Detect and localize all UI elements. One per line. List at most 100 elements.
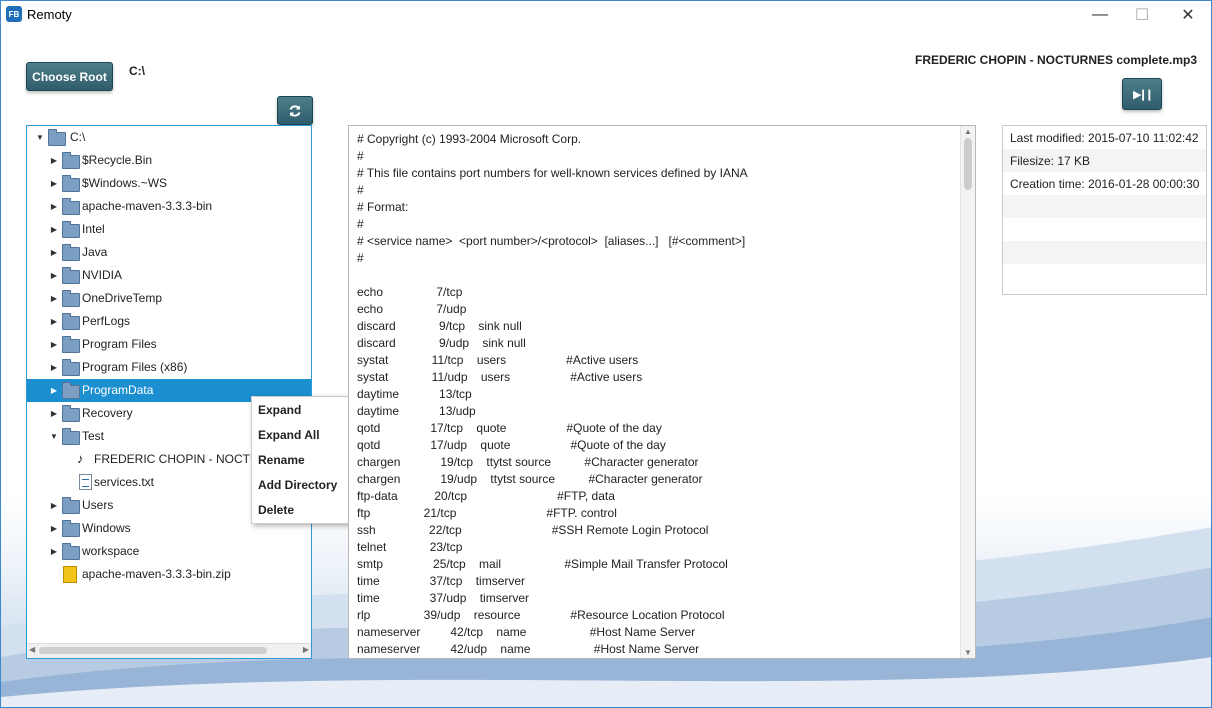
choose-root-button[interactable]: Choose Root — [26, 62, 113, 91]
menu-item-delete[interactable]: Delete — [258, 503, 294, 517]
tree-root[interactable]: ▼ C:\ — [27, 126, 311, 149]
tree-item-folder[interactable]: ▶ apache-maven-3.3.3-bin — [27, 195, 311, 218]
file-content-line: daytime 13/udp — [357, 404, 476, 418]
collapsed-arrow-icon[interactable]: ▶ — [49, 501, 59, 510]
file-tree[interactable]: ▼ C:\ ▶ $Recycle.Bin ▶ $Windows.~WS ▶ apache-… — [26, 125, 312, 659]
expanded-arrow-icon[interactable]: ▼ — [35, 133, 45, 142]
scroll-down-icon[interactable]: ▼ — [964, 648, 972, 657]
folder-icon — [62, 405, 80, 422]
folder-icon — [62, 359, 80, 376]
collapsed-arrow-icon[interactable]: ▶ — [49, 317, 59, 326]
menu-item-expand[interactable]: Expand — [258, 403, 301, 417]
scroll-left-icon[interactable]: ◀ — [29, 645, 35, 654]
file-content-line: discard 9/tcp sink null — [357, 319, 522, 333]
title-bar: FB Remoty — ☐ ✕ — [1, 1, 1211, 29]
scroll-up-icon[interactable]: ▲ — [964, 127, 972, 136]
tree-item-label: ProgramData — [82, 383, 154, 397]
tree-item-label: NVIDIA — [82, 268, 123, 282]
file-content-line: echo 7/tcp — [357, 285, 463, 299]
window-title: Remoty — [27, 7, 72, 22]
collapsed-arrow-icon[interactable]: ▶ — [49, 409, 59, 418]
scrollbar-thumb[interactable] — [964, 138, 972, 190]
file-content-viewer[interactable]: # Copyright (c) 1993-2004 Microsoft Corp… — [348, 125, 976, 659]
collapsed-arrow-icon[interactable]: ▶ — [49, 179, 59, 188]
tree-item-folder[interactable]: ▶ Program Files (x86) — [27, 356, 311, 379]
file-content-line: time 37/tcp timserver — [357, 574, 526, 588]
tree-item-folder[interactable]: ▶ $Windows.~WS — [27, 172, 311, 195]
tree-item-folder[interactable]: ▶ OneDriveTemp — [27, 287, 311, 310]
scrollbar-thumb[interactable] — [39, 647, 267, 654]
tree-item-label: apache-maven-3.3.3-bin — [82, 199, 213, 213]
file-content-line: # — [357, 149, 364, 163]
folder-icon — [48, 129, 66, 146]
collapsed-arrow-icon[interactable]: ▶ — [49, 386, 59, 395]
collapsed-arrow-icon[interactable]: ▶ — [49, 271, 59, 280]
tree-item-folder[interactable]: ▶ Program Files — [27, 333, 311, 356]
play-pause-button[interactable]: ▶❙❙ — [1122, 78, 1162, 110]
file-content-line: # — [357, 217, 364, 231]
folder-icon — [62, 244, 80, 261]
tree-item-label: Program Files — [82, 337, 157, 351]
tree-item-folder[interactable]: ▶ Java — [27, 241, 311, 264]
last-modified-text: Last modified: 2015-07-10 11:02:42 — [1010, 131, 1199, 145]
menu-item-rename[interactable]: Rename — [258, 453, 305, 467]
folder-icon — [62, 428, 80, 445]
close-button[interactable]: ✕ — [1165, 1, 1211, 29]
file-content-line: systat 11/udp users #Active users — [357, 370, 643, 384]
tree-item-label: Windows — [82, 521, 131, 535]
refresh-icon — [289, 104, 301, 117]
tree-item-folder[interactable]: ▶ $Recycle.Bin — [27, 149, 311, 172]
file-content-line: chargen 19/udp ttytst source #Character … — [357, 472, 703, 486]
folder-icon — [62, 520, 80, 537]
tree-item-label: PerfLogs — [82, 314, 131, 328]
tree-item-folder[interactable]: ▶ Intel — [27, 218, 311, 241]
collapsed-arrow-icon[interactable]: ▶ — [49, 202, 59, 211]
tree-item-label: $Windows.~WS — [82, 176, 168, 190]
tree-item-label: Program Files (x86) — [82, 360, 188, 374]
collapsed-arrow-icon[interactable]: ▶ — [49, 547, 59, 556]
collapsed-arrow-icon[interactable]: ▶ — [49, 225, 59, 234]
collapsed-arrow-icon[interactable]: ▶ — [49, 340, 59, 349]
tree-item-folder[interactable]: ▶ PerfLogs — [27, 310, 311, 333]
folder-icon — [62, 497, 80, 514]
collapsed-arrow-icon[interactable]: ▶ — [49, 156, 59, 165]
collapsed-arrow-icon[interactable]: ▶ — [49, 524, 59, 533]
menu-item-expand-all[interactable]: Expand All — [258, 428, 320, 442]
collapsed-arrow-icon[interactable]: ▶ — [49, 248, 59, 257]
tree-item-label: $Recycle.Bin — [82, 153, 153, 167]
file-content-line: chargen 19/tcp ttytst source #Character … — [357, 455, 699, 469]
collapsed-arrow-icon[interactable]: ▶ — [49, 363, 59, 372]
expanded-arrow-icon[interactable]: ▼ — [49, 432, 59, 441]
collapsed-arrow-icon[interactable]: ▶ — [49, 294, 59, 303]
tree-horizontal-scrollbar[interactable]: ◀ ▶ — [27, 643, 311, 658]
maximize-button[interactable]: ☐ — [1119, 1, 1165, 29]
folder-icon — [62, 382, 80, 399]
file-content-line: ssh 22/tcp #SSH Remote Login Protocol — [357, 523, 709, 537]
now-playing-label: FREDERIC CHOPIN - NOCTURNES complete.mp3 — [915, 53, 1198, 67]
app-window: FB Remoty — ☐ ✕ Choose Root C:\ FREDERIC… — [0, 0, 1212, 708]
refresh-button[interactable] — [277, 96, 313, 125]
root-path-label: C:\ — [129, 64, 145, 78]
file-content-line: qotd 17/tcp quote #Quote of the day — [357, 421, 662, 435]
folder-icon — [62, 336, 80, 353]
file-content-line: telnet 23/tcp — [357, 540, 463, 554]
text-file-icon — [79, 474, 92, 490]
minimize-button[interactable]: — — [1077, 1, 1123, 29]
tree-item-label: services.txt — [94, 475, 155, 489]
info-row-last-modified: Last modified: 2015-07-10 11:02:42 — [1003, 126, 1206, 149]
tree-item-label: Users — [82, 498, 114, 512]
file-content-line: nameserver 42/udp name #Host Name Server — [357, 642, 700, 656]
folder-icon — [62, 152, 80, 169]
file-content-line: discard 9/udp sink null — [357, 336, 526, 350]
tree-item-label: Recovery — [82, 406, 133, 420]
file-content-line: smtp 25/tcp mail #Simple Mail Transfer P… — [357, 557, 728, 571]
menu-item-add-directory[interactable]: Add Directory — [258, 478, 337, 492]
scroll-right-icon[interactable]: ▶ — [303, 645, 309, 654]
info-row-empty — [1003, 218, 1206, 241]
tree-item-folder[interactable]: ▶ NVIDIA — [27, 264, 311, 287]
file-content-line: systat 11/tcp users #Active users — [357, 353, 639, 367]
file-content-line: # Copyright (c) 1993-2004 Microsoft Corp… — [357, 132, 582, 146]
tree-item-folder[interactable]: ▶ workspace — [27, 540, 311, 563]
tree-item-file[interactable]: apache-maven-3.3.3-bin.zip — [27, 563, 311, 586]
content-vertical-scrollbar[interactable]: ▲ ▼ — [960, 126, 975, 658]
